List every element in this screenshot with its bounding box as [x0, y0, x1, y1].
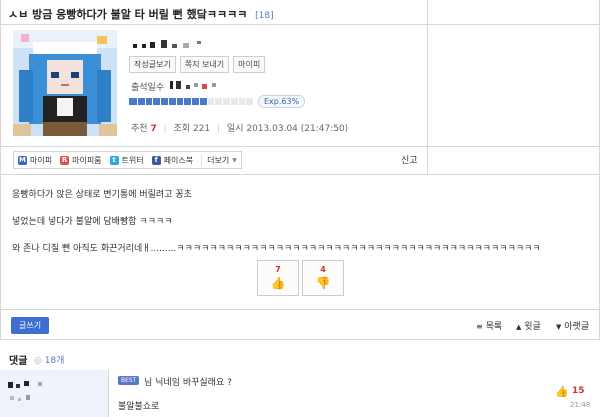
exp-segment [144, 98, 146, 105]
downvote-count: 4 [320, 265, 326, 274]
exp-segment [136, 98, 138, 105]
facebook-icon: f [151, 155, 161, 165]
views-count: 221 [192, 124, 211, 134]
comment-item [0, 370, 600, 417]
exp-segment [183, 98, 185, 105]
attendance-label: 출석일수 [131, 83, 165, 93]
comment-count-icon: ◎ [34, 356, 42, 366]
author-actions: 작성글보기 쪽지 보내기 마이피 [129, 56, 266, 73]
exp-progress-bar [129, 98, 253, 105]
list-label: 목록 [485, 322, 503, 332]
prev-post-label: 윗글 [524, 322, 541, 332]
comment-like-icon[interactable]: 👍 [555, 385, 569, 398]
exp-segment [237, 98, 239, 105]
share-mypiroom-label: 마이피룸 [72, 155, 102, 165]
next-post-link[interactable]: ▼ 아랫글 [556, 319, 589, 332]
share-mypiroom-button[interactable]: R 마이피룸 [60, 155, 102, 166]
left-border [0, 0, 1, 340]
mypi-button[interactable]: 마이피 [233, 56, 266, 73]
views-label: 조회 [173, 124, 191, 134]
view-posts-button[interactable]: 작성글보기 [129, 56, 176, 73]
comment-text: 님 닉네임 바꾸실래요 ? [144, 378, 232, 388]
share-bar: M 마이피 R 마이피룸 t 트위터 f 페이스북 더보기 ▼ [13, 151, 242, 169]
post-date: 2013.03.04 (21:47:50) [246, 124, 349, 134]
reply-count[interactable]: [18] [255, 11, 273, 21]
thumbs-up-icon: 👍 [270, 276, 286, 290]
post-meta: 추천 7 | 조회 221 | 일시 2013.03.04 (21:47:50) [131, 121, 348, 134]
date-label: 일시 [226, 124, 244, 134]
exp-segment [229, 98, 231, 105]
exp-segment [160, 98, 161, 105]
post-title: ㅅㅂ 방금 응빵하다가 불알 타 버릴 뻔 했닼ㅋㅋㅋㅋ [18] [8, 6, 274, 22]
comment-like-count: 15 [572, 386, 585, 396]
exp-segment [214, 98, 216, 105]
downvote-button[interactable]: 4 👎 [302, 260, 344, 296]
post-body-line: 응빵하다가 앉은 상태로 변기통에 버릴려고 꽁초 [12, 190, 192, 200]
meta-separator: | [217, 124, 221, 134]
post-body-line: 와 존나 디질 뻔 아직도 화끈거리네ㅐ.........ㅋㅋㅋㅋㅋㅋㅋㅋㅋㅋㅋ… [12, 244, 541, 254]
post-title-text: ㅅㅂ 방금 응빵하다가 불알 타 버릴 뻔 했닼ㅋㅋㅋㅋ [8, 8, 248, 21]
report-button[interactable]: 신고 [401, 153, 418, 166]
exp-segment [198, 98, 200, 105]
recommend-label: 추천 [131, 124, 148, 134]
exp-segment [222, 98, 223, 105]
meta-divider [0, 146, 600, 147]
title-divider [0, 24, 600, 25]
share-mypi-label: 마이피 [30, 155, 53, 165]
arrow-up-icon: ▲ [516, 323, 522, 331]
author-nickname[interactable] [133, 38, 223, 53]
write-button[interactable]: 글쓰기 [11, 317, 50, 334]
share-facebook-label: 페이스북 [163, 155, 194, 165]
share-facebook-button[interactable]: f 페이스북 [151, 155, 194, 166]
exp-segment [245, 98, 247, 105]
meta-separator: | [163, 124, 167, 134]
upvote-button[interactable]: 7 👍 [257, 260, 299, 296]
attendance-mask [170, 81, 216, 89]
share-twitter-label: 트위터 [121, 155, 144, 165]
mypiroom-icon: R [60, 155, 70, 165]
footer-divider [0, 339, 600, 340]
upvote-count: 7 [275, 265, 281, 274]
comments-heading: 댓글 [9, 356, 28, 367]
avatar[interactable] [13, 30, 117, 136]
column-divider [427, 0, 428, 175]
exp-segment [152, 98, 154, 105]
arrow-down-icon: ▼ [556, 323, 562, 331]
exp-segment [167, 98, 169, 105]
more-label: 더보기 [207, 155, 230, 165]
commenter-nickname[interactable] [8, 380, 68, 410]
send-message-button[interactable]: 쪽지 보내기 [179, 56, 230, 73]
thumbs-down-icon: 👎 [315, 276, 331, 290]
exp-segment [191, 98, 192, 105]
post-view: ㅅㅂ 방금 응빵하다가 불알 타 버릴 뻔 했닼ㅋㅋㅋㅋ [18] 작성글보기 … [0, 0, 600, 417]
more-dropdown[interactable]: 더보기 ▼ [201, 154, 237, 166]
comment-time: 21:48 [570, 401, 591, 409]
chevron-down-icon: ▼ [232, 156, 237, 164]
share-mypi-button[interactable]: M 마이피 [18, 155, 52, 166]
list-icon: ≡ [476, 322, 483, 331]
body-divider [0, 309, 600, 310]
twitter-icon: t [109, 155, 119, 165]
exp-segment [175, 98, 177, 105]
comments-count: ◎ 18개 [34, 353, 64, 366]
prev-post-link[interactable]: ▲ 윗글 [516, 319, 541, 332]
best-badge: BEST [118, 376, 140, 385]
next-post-label: 아랫글 [564, 322, 590, 332]
avatar-image [13, 30, 117, 136]
share-twitter-button[interactable]: t 트위터 [109, 155, 144, 166]
share-divider [0, 174, 600, 175]
comment-count-value: 18개 [44, 356, 65, 366]
nickname-mask [133, 40, 201, 48]
exp-badge: Exp.63% [258, 95, 306, 108]
exp-segment [206, 98, 208, 105]
comment-text: 불알불쇼로 [118, 402, 160, 412]
list-link[interactable]: ≡ 목록 [476, 319, 502, 332]
attendance-value [170, 79, 230, 94]
mypi-icon: M [18, 155, 27, 165]
recommend-count: 7 [150, 124, 157, 134]
post-body-line: 넣었는데 넣다가 불알에 담배빵함 ㅋㅋㅋㅋ [12, 217, 173, 227]
